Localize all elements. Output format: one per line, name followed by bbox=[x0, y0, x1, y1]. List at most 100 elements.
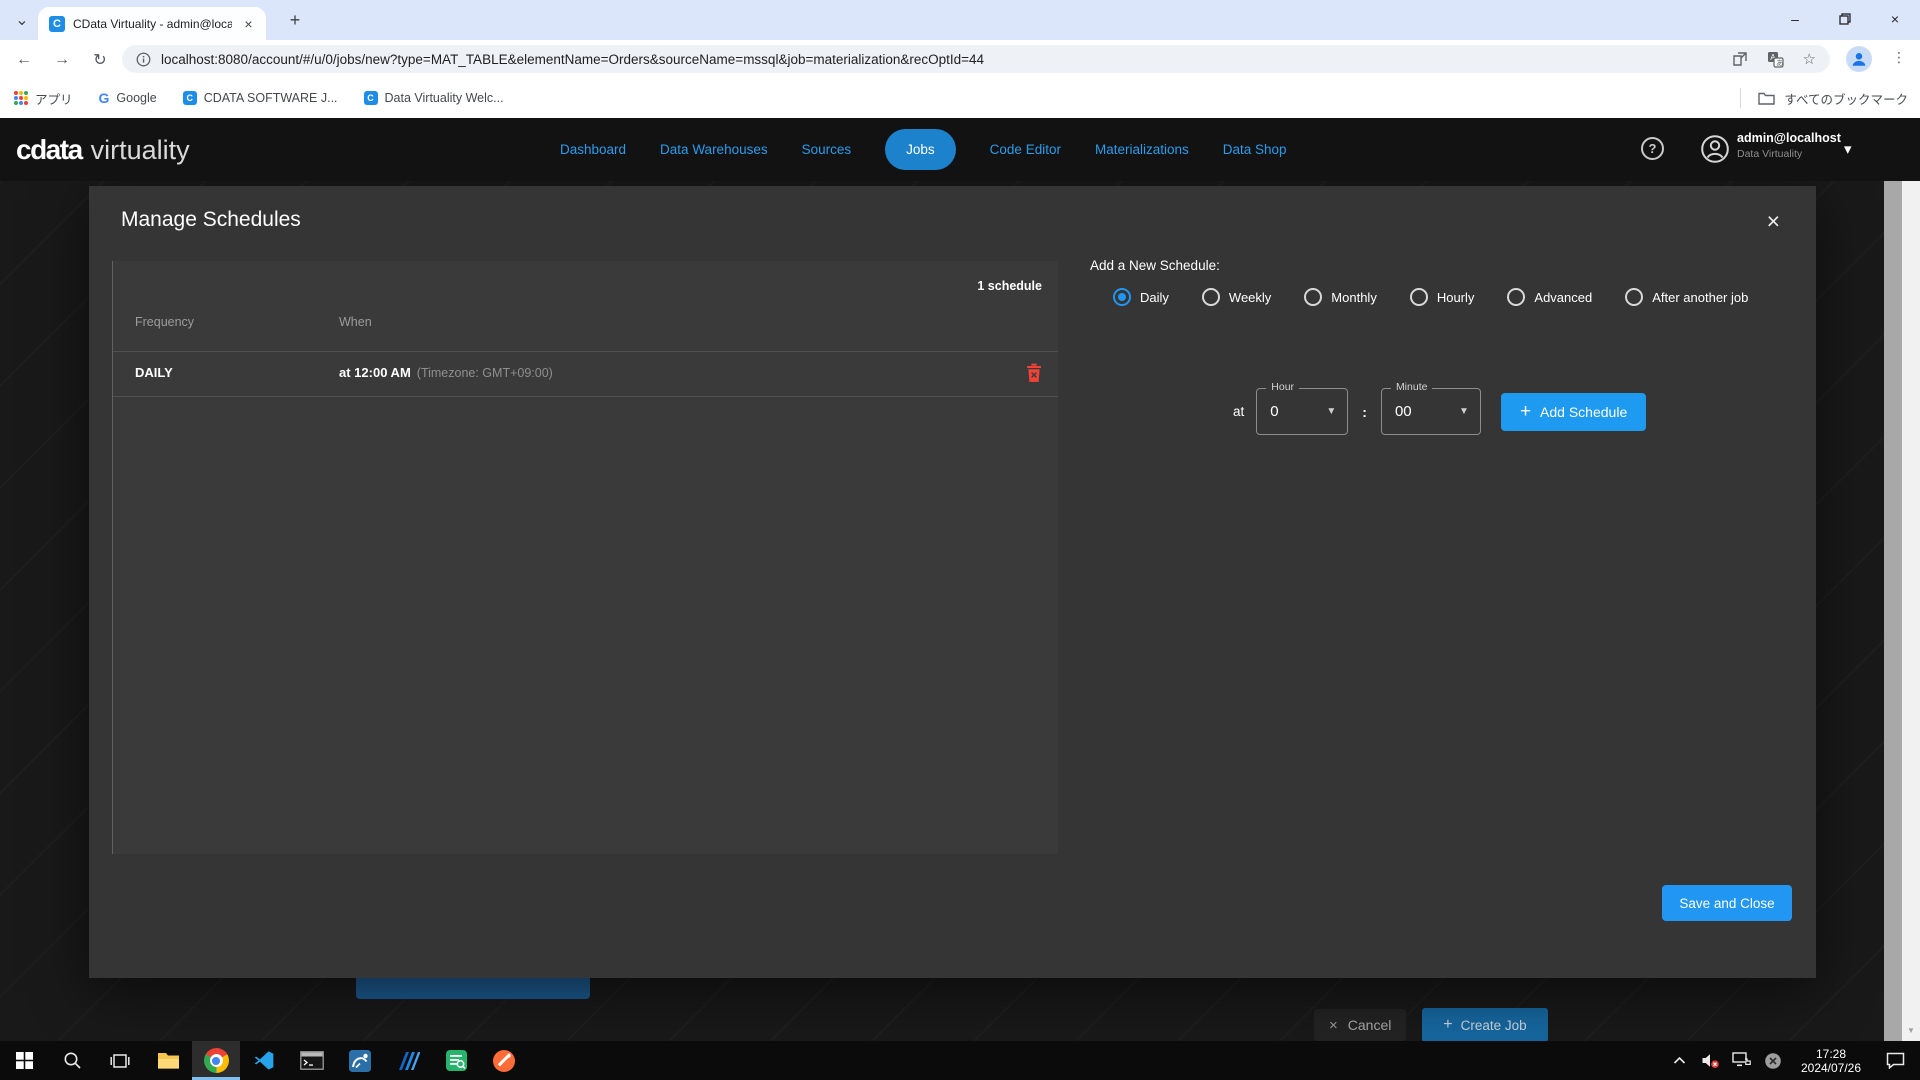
bookmark-label: Data Virtuality Welc... bbox=[385, 91, 504, 105]
bookmark-google[interactable]: G Google bbox=[99, 90, 157, 106]
plus-icon: + bbox=[1520, 401, 1531, 423]
svg-text:あ: あ bbox=[1776, 58, 1784, 67]
create-job-label: Create Job bbox=[1461, 1018, 1527, 1033]
row-divider bbox=[113, 396, 1058, 397]
nav-dashboard[interactable]: Dashboard bbox=[560, 142, 626, 157]
save-and-close-button[interactable]: Save and Close bbox=[1662, 885, 1792, 921]
nav-data-warehouses[interactable]: Data Warehouses bbox=[660, 142, 768, 157]
schedule-when: at 12:00 AM(Timezone: GMT+09:00) bbox=[339, 365, 553, 380]
radio-icon bbox=[1507, 288, 1525, 306]
delete-schedule-icon[interactable] bbox=[1026, 363, 1042, 388]
terminal-icon[interactable] bbox=[288, 1041, 336, 1080]
file-explorer-icon[interactable] bbox=[144, 1041, 192, 1080]
radio-weekly[interactable]: Weekly bbox=[1202, 288, 1271, 306]
bookmark-cdata-software[interactable]: C CDATA SOFTWARE J... bbox=[183, 91, 338, 105]
user-name: admin@localhost bbox=[1737, 132, 1841, 145]
hidden-blue-button[interactable] bbox=[356, 978, 590, 999]
action-center-icon[interactable] bbox=[1874, 1041, 1916, 1080]
bookmark-apps[interactable]: アプリ bbox=[14, 89, 73, 108]
page-info-icon[interactable] bbox=[136, 52, 151, 67]
address-bar[interactable]: localhost:8080/account/#/u/0/jobs/new?ty… bbox=[122, 45, 1830, 73]
bookmark-star-icon[interactable]: ☆ bbox=[1803, 50, 1816, 68]
back-button[interactable]: ← bbox=[12, 48, 36, 72]
inner-scrollbar[interactable]: ▲ bbox=[1884, 118, 1902, 1041]
url-text[interactable]: localhost:8080/account/#/u/0/jobs/new?ty… bbox=[161, 52, 1732, 67]
user-chevron-down-icon[interactable]: ▾ bbox=[1844, 140, 1852, 158]
layers-app-icon[interactable] bbox=[384, 1041, 432, 1080]
new-tab-button[interactable]: + bbox=[283, 8, 307, 32]
postman-icon[interactable] bbox=[480, 1041, 528, 1080]
user-menu[interactable]: admin@localhost Data Virtuality bbox=[1737, 132, 1841, 159]
nav-sources[interactable]: Sources bbox=[802, 142, 852, 157]
tab-close-icon[interactable]: × bbox=[240, 15, 257, 32]
reload-button[interactable]: ↻ bbox=[88, 48, 112, 72]
column-header-frequency: Frequency bbox=[135, 315, 194, 329]
modal-title: Manage Schedules bbox=[121, 208, 301, 232]
scroll-down-icon[interactable]: ▼ bbox=[1902, 1026, 1920, 1035]
cancel-button[interactable]: × Cancel bbox=[1314, 1009, 1406, 1041]
radio-icon bbox=[1410, 288, 1428, 306]
cdata-virtuality-logo[interactable]: cdata virtuality bbox=[16, 134, 190, 166]
radio-advanced[interactable]: Advanced bbox=[1507, 288, 1592, 306]
user-avatar-icon[interactable] bbox=[1700, 134, 1730, 169]
create-job-button[interactable]: + Create Job bbox=[1422, 1008, 1548, 1041]
vscode-icon[interactable] bbox=[240, 1041, 288, 1080]
window-restore-button[interactable] bbox=[1820, 0, 1870, 38]
search-button[interactable] bbox=[48, 1041, 96, 1080]
taskbar-clock[interactable]: 17:28 2024/07/26 bbox=[1788, 1047, 1874, 1075]
radio-hourly[interactable]: Hourly bbox=[1410, 288, 1475, 306]
network-icon[interactable] bbox=[1726, 1041, 1757, 1080]
minute-select[interactable]: Minute 00 ▼ bbox=[1381, 388, 1481, 435]
status-globe-icon[interactable] bbox=[1757, 1041, 1788, 1080]
window-minimize-button[interactable]: – bbox=[1770, 0, 1820, 38]
window-scrollbar[interactable]: ▲ ▼ bbox=[1902, 118, 1920, 1041]
browser-tab[interactable]: C CData Virtuality - admin@locall × bbox=[38, 7, 266, 40]
notes-app-icon[interactable] bbox=[432, 1041, 480, 1080]
radio-icon bbox=[1304, 288, 1322, 306]
forward-button[interactable]: → bbox=[50, 48, 74, 72]
bookmarks-bar: アプリ G Google C CDATA SOFTWARE J... C Dat… bbox=[0, 78, 1920, 118]
radio-daily[interactable]: Daily bbox=[1113, 288, 1169, 306]
hour-value: 0 bbox=[1270, 403, 1278, 420]
radio-after-another-job[interactable]: After another job bbox=[1625, 288, 1748, 306]
chrome-taskbar-icon[interactable] bbox=[192, 1041, 240, 1080]
schedule-frequency: DAILY bbox=[135, 365, 173, 380]
tray-chevron-up-icon[interactable] bbox=[1664, 1041, 1695, 1080]
window-close-button[interactable]: × bbox=[1870, 0, 1920, 38]
volume-muted-icon[interactable] bbox=[1695, 1041, 1726, 1080]
clock-time: 17:28 bbox=[1788, 1047, 1874, 1061]
start-button[interactable] bbox=[0, 1041, 48, 1080]
logo-cdata: cdata bbox=[16, 134, 82, 166]
tab-title: CData Virtuality - admin@locall bbox=[73, 17, 232, 31]
folder-icon bbox=[1758, 91, 1775, 105]
pgadmin-icon[interactable] bbox=[336, 1041, 384, 1080]
translate-icon[interactable]: Aあ bbox=[1767, 51, 1784, 68]
radio-icon bbox=[1202, 288, 1220, 306]
nav-data-shop[interactable]: Data Shop bbox=[1223, 142, 1287, 157]
open-in-new-icon[interactable] bbox=[1732, 51, 1748, 67]
all-bookmarks[interactable]: すべてのブックマーク bbox=[1740, 88, 1908, 108]
cancel-label: Cancel bbox=[1348, 1017, 1392, 1033]
radio-icon bbox=[1113, 288, 1131, 306]
bookmark-data-virtuality[interactable]: C Data Virtuality Welc... bbox=[364, 91, 504, 105]
tab-search-caret-icon[interactable]: ⌄ bbox=[10, 8, 34, 32]
nav-materializations[interactable]: Materializations bbox=[1095, 142, 1189, 157]
chrome-profile-avatar[interactable] bbox=[1846, 46, 1872, 72]
browser-menu-icon[interactable]: ⋮ bbox=[1889, 49, 1909, 66]
nav-code-editor[interactable]: Code Editor bbox=[990, 142, 1061, 157]
nav-jobs[interactable]: Jobs bbox=[885, 129, 956, 170]
radio-monthly[interactable]: Monthly bbox=[1304, 288, 1377, 306]
hour-select[interactable]: Hour 0 ▼ bbox=[1256, 388, 1348, 435]
table-row: DAILY at 12:00 AM(Timezone: GMT+09:00) bbox=[113, 352, 1058, 396]
bookmark-label: アプリ bbox=[35, 89, 73, 108]
radio-label: Daily bbox=[1140, 290, 1169, 305]
task-view-button[interactable] bbox=[96, 1041, 144, 1080]
main-nav: Dashboard Data Warehouses Sources Jobs C… bbox=[560, 118, 1287, 181]
modal-close-icon[interactable]: × bbox=[1767, 208, 1780, 235]
help-icon[interactable]: ? bbox=[1641, 137, 1664, 160]
frequency-radio-group: Daily Weekly Monthly Hourly Advanced Aft… bbox=[1113, 288, 1748, 306]
app-header: cdata virtuality Dashboard Data Warehous… bbox=[0, 118, 1920, 181]
add-schedule-button[interactable]: + Add Schedule bbox=[1501, 393, 1646, 431]
time-separator: : bbox=[1362, 404, 1367, 420]
select-caret-icon: ▼ bbox=[1326, 406, 1336, 417]
